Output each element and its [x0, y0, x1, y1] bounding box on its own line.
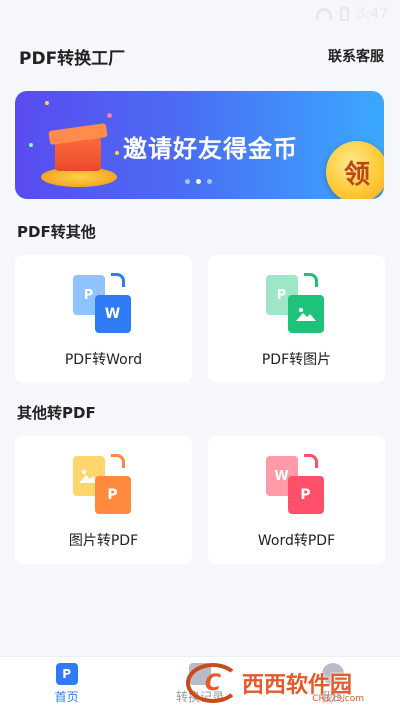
pdf-to-word-icon: P W: [72, 273, 135, 335]
pdf-to-image-card[interactable]: P PDF转图片: [208, 255, 385, 383]
card-label: PDF转Word: [64, 352, 143, 368]
gift-box-icon: [37, 109, 117, 189]
pdf-to-image-icon: P: [265, 273, 328, 335]
page-title: PDF转换工厂: [19, 48, 126, 69]
section-title-other-to-pdf: 其他转PDF: [17, 404, 96, 422]
card-label: PDF转图片: [261, 352, 332, 368]
banner-pagination: [185, 179, 212, 184]
pagination-dot[interactable]: [207, 179, 212, 184]
claim-coin-button[interactable]: 领: [326, 141, 384, 199]
image-to-pdf-card[interactable]: P 图片转PDF: [15, 436, 192, 564]
word-to-pdf-icon: W P: [265, 454, 328, 516]
pdf-to-word-card[interactable]: P W PDF转Word: [15, 255, 192, 383]
watermark-logo: C 西西软件园 CR173.com: [186, 660, 382, 706]
confetti-dot: [29, 143, 33, 147]
banner-text: 邀请好友得金币: [123, 135, 298, 163]
header: PDF转换工厂 联系客服: [0, 40, 400, 72]
confetti-dot: [45, 101, 49, 105]
status-bar: 3:47: [0, 0, 400, 28]
status-time: 3:47: [356, 6, 388, 22]
pagination-dot[interactable]: [185, 179, 190, 184]
section-title-pdf-to-other: PDF转其他: [17, 223, 96, 241]
word-to-pdf-card[interactable]: W P Word转PDF: [208, 436, 385, 564]
battery-icon: [339, 7, 349, 21]
tab-home[interactable]: P 首页: [27, 663, 107, 705]
contact-service-link[interactable]: 联系客服: [328, 46, 384, 66]
tab-label: 首页: [54, 690, 79, 704]
wifi-icon: [315, 8, 332, 20]
card-label: Word转PDF: [257, 533, 336, 549]
home-icon: P: [55, 663, 78, 685]
card-label: 图片转PDF: [68, 533, 139, 549]
pagination-dot-active[interactable]: [196, 179, 201, 184]
image-to-pdf-icon: P: [72, 454, 135, 516]
mountain-image-icon: [287, 295, 324, 333]
